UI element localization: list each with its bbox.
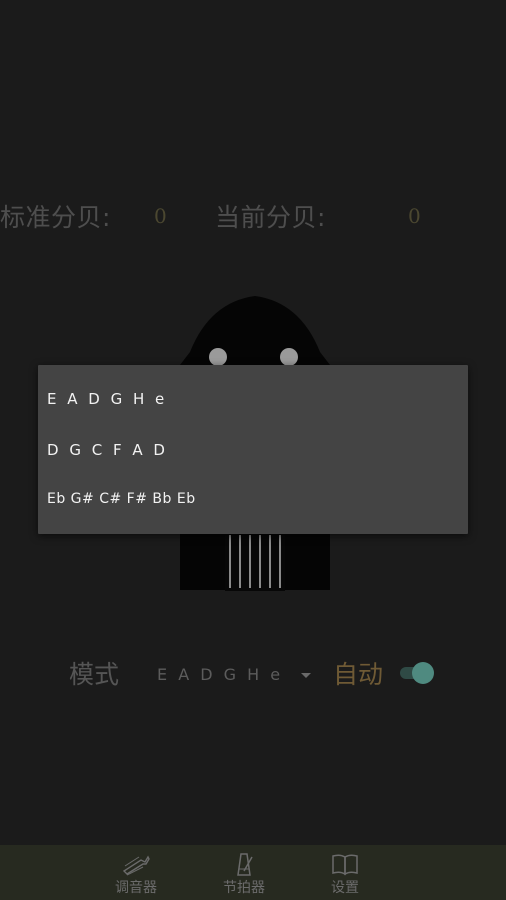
guitar-tuner-icon bbox=[121, 851, 151, 877]
nav-item-settings[interactable]: 设置 bbox=[310, 845, 380, 900]
current-decibel-label: 当前分贝: bbox=[215, 203, 326, 232]
mode-label: 模式 bbox=[69, 660, 120, 689]
auto-label: 自动 bbox=[333, 660, 384, 689]
current-decibel-value: 0 bbox=[408, 204, 421, 228]
auto-toggle[interactable] bbox=[400, 662, 434, 684]
nav-item-tuner[interactable]: 调音器 bbox=[101, 845, 171, 900]
nav-item-metronome[interactable]: 节拍器 bbox=[209, 845, 279, 900]
tuning-option[interactable]: E A D G H e bbox=[47, 390, 167, 408]
nav-label-tuner: 调音器 bbox=[115, 880, 157, 896]
decibel-row: 标准分贝: 0 当前分贝: 0 bbox=[0, 198, 506, 238]
mode-row: 模式 E A D G H e 自动 bbox=[0, 652, 506, 696]
metronome-icon bbox=[229, 851, 259, 877]
toggle-thumb bbox=[412, 662, 434, 684]
standard-decibel-label: 标准分贝: bbox=[0, 203, 111, 232]
book-icon bbox=[330, 851, 360, 877]
nav-label-metronome: 节拍器 bbox=[223, 880, 265, 896]
tuning-dropdown-menu: E A D G H e D G C F A D Eb G# C# F# Bb E… bbox=[38, 365, 468, 534]
dropdown-arrow-icon bbox=[301, 673, 311, 678]
tuning-mode-value: E A D G H e bbox=[157, 665, 284, 684]
tuning-option[interactable]: D G C F A D bbox=[47, 441, 168, 459]
tuning-mode-select[interactable]: E A D G H e bbox=[150, 664, 320, 690]
standard-decibel-value: 0 bbox=[154, 204, 167, 228]
bottom-nav: 调音器 节拍器 设置 bbox=[0, 845, 506, 900]
nav-label-settings: 设置 bbox=[331, 880, 359, 896]
tuning-option[interactable]: Eb G# C# F# Bb Eb bbox=[47, 491, 196, 507]
